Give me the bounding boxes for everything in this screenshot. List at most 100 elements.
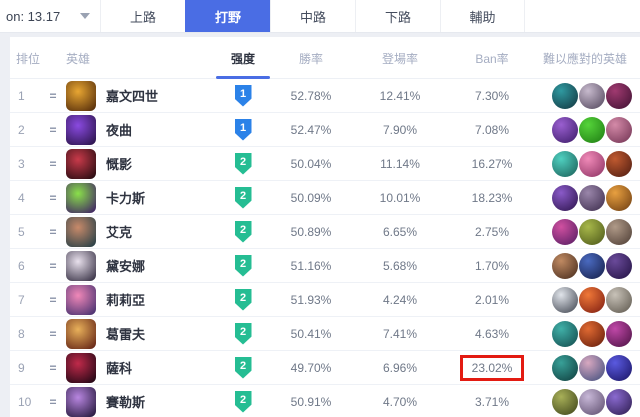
banrate-value: 2.75%	[475, 225, 509, 239]
counter-champion-icon[interactable]	[579, 83, 605, 109]
table-row[interactable]: 10 = 賽勒斯 2 50.91% 4.70% 3.71%	[10, 385, 640, 417]
table-row[interactable]: 3 = 慨影 2 50.04% 11.14% 16.27%	[10, 147, 640, 181]
table-row[interactable]: 4 = 卡力斯 2 50.09% 10.01% 18.23%	[10, 181, 640, 215]
table-row[interactable]: 2 = 夜曲 1 52.47% 7.90% 7.08%	[10, 113, 640, 147]
tab-top-lane[interactable]: 上路	[100, 0, 185, 32]
rank-change-indicator: =	[40, 259, 66, 273]
header-rank[interactable]: 排位	[10, 50, 66, 67]
rank-change-indicator: =	[40, 157, 66, 171]
tier-badge: 1	[235, 85, 252, 107]
tier-badge: 2	[235, 187, 252, 209]
counter-icons	[530, 287, 640, 313]
champion-name[interactable]: 賽勒斯	[106, 392, 210, 411]
counter-champion-icon[interactable]	[552, 355, 578, 381]
header-hero[interactable]: 英雄	[66, 50, 210, 67]
rank-number: 9	[10, 361, 40, 375]
counter-champion-icon[interactable]	[552, 83, 578, 109]
counter-champion-icon[interactable]	[552, 321, 578, 347]
counter-champion-icon[interactable]	[552, 389, 578, 415]
counter-icons	[530, 83, 640, 109]
counter-champion-icon[interactable]	[579, 185, 605, 211]
counter-champion-icon[interactable]	[606, 219, 632, 245]
counter-champion-icon[interactable]	[579, 287, 605, 313]
counter-icons	[530, 151, 640, 177]
winrate-value: 50.09%	[276, 191, 346, 205]
champion-avatar[interactable]	[66, 115, 96, 145]
counter-icons	[530, 219, 640, 245]
counter-champion-icon[interactable]	[606, 355, 632, 381]
pickrate-value: 5.68%	[346, 259, 454, 273]
banrate-value: 1.70%	[475, 259, 509, 273]
counter-champion-icon[interactable]	[552, 253, 578, 279]
header-banrate[interactable]: Ban率	[454, 50, 530, 67]
rank-number: 7	[10, 293, 40, 307]
champion-name[interactable]: 卡力斯	[106, 188, 210, 207]
table-row[interactable]: 9 = 薩科 2 49.70% 6.96% 23.02%	[10, 351, 640, 385]
counter-champion-icon[interactable]	[606, 83, 632, 109]
pickrate-value: 12.41%	[346, 89, 454, 103]
champion-avatar[interactable]	[66, 251, 96, 281]
table-row[interactable]: 1 = 嘉文四世 1 52.78% 12.41% 7.30%	[10, 79, 640, 113]
header-winrate[interactable]: 勝率	[276, 50, 346, 67]
rank-number: 1	[10, 89, 40, 103]
counter-champion-icon[interactable]	[606, 253, 632, 279]
counter-icons	[530, 355, 640, 381]
counter-icons	[530, 117, 640, 143]
champion-avatar[interactable]	[66, 149, 96, 179]
tier-badge: 2	[235, 323, 252, 345]
champion-avatar[interactable]	[66, 217, 96, 247]
rank-number: 6	[10, 259, 40, 273]
counter-champion-icon[interactable]	[552, 185, 578, 211]
champion-avatar[interactable]	[66, 183, 96, 213]
version-selector[interactable]: on: 13.17	[0, 0, 90, 32]
header-strength-label: 强度	[231, 50, 255, 67]
champion-avatar[interactable]	[66, 387, 96, 417]
table-row[interactable]: 8 = 葛雷夫 2 50.41% 7.41% 4.63%	[10, 317, 640, 351]
champion-name[interactable]: 黛安娜	[106, 256, 210, 275]
counter-champion-icon[interactable]	[606, 185, 632, 211]
header-strength[interactable]: 强度	[210, 37, 276, 79]
champion-avatar[interactable]	[66, 353, 96, 383]
table-row[interactable]: 7 = 莉莉亞 2 51.93% 4.24% 2.01%	[10, 283, 640, 317]
lane-tabs: 上路 打野 中路 下路 輔助	[100, 0, 525, 32]
counter-champion-icon[interactable]	[579, 355, 605, 381]
champion-name[interactable]: 夜曲	[106, 120, 210, 139]
champion-name[interactable]: 莉莉亞	[106, 290, 210, 309]
tab-support[interactable]: 輔助	[440, 0, 525, 32]
active-sort-underline	[216, 76, 270, 79]
winrate-value: 51.93%	[276, 293, 346, 307]
counter-champion-icon[interactable]	[579, 389, 605, 415]
champion-name[interactable]: 嘉文四世	[106, 86, 210, 105]
tab-jungle[interactable]: 打野	[185, 0, 270, 32]
counter-champion-icon[interactable]	[606, 321, 632, 347]
table-row[interactable]: 5 = 艾克 2 50.89% 6.65% 2.75%	[10, 215, 640, 249]
table-row[interactable]: 6 = 黛安娜 2 51.16% 5.68% 1.70%	[10, 249, 640, 283]
counter-champion-icon[interactable]	[579, 219, 605, 245]
pickrate-value: 10.01%	[346, 191, 454, 205]
champion-name[interactable]: 薩科	[106, 358, 210, 377]
counter-champion-icon[interactable]	[579, 321, 605, 347]
banrate-value: 7.30%	[475, 89, 509, 103]
champion-avatar[interactable]	[66, 285, 96, 315]
champion-avatar[interactable]	[66, 81, 96, 111]
counter-champion-icon[interactable]	[552, 151, 578, 177]
tab-bot-lane[interactable]: 下路	[355, 0, 440, 32]
champion-name[interactable]: 葛雷夫	[106, 324, 210, 343]
pickrate-value: 4.24%	[346, 293, 454, 307]
counter-champion-icon[interactable]	[606, 389, 632, 415]
tab-mid-lane[interactable]: 中路	[270, 0, 355, 32]
banrate-value: 2.01%	[475, 293, 509, 307]
counter-champion-icon[interactable]	[606, 117, 632, 143]
champion-avatar[interactable]	[66, 319, 96, 349]
counter-champion-icon[interactable]	[552, 219, 578, 245]
counter-champion-icon[interactable]	[579, 117, 605, 143]
counter-champion-icon[interactable]	[579, 151, 605, 177]
header-pickrate[interactable]: 登場率	[346, 50, 454, 67]
counter-champion-icon[interactable]	[579, 253, 605, 279]
champion-name[interactable]: 慨影	[106, 154, 210, 173]
champion-name[interactable]: 艾克	[106, 222, 210, 241]
counter-champion-icon[interactable]	[606, 151, 632, 177]
counter-champion-icon[interactable]	[552, 287, 578, 313]
counter-champion-icon[interactable]	[606, 287, 632, 313]
counter-champion-icon[interactable]	[552, 117, 578, 143]
